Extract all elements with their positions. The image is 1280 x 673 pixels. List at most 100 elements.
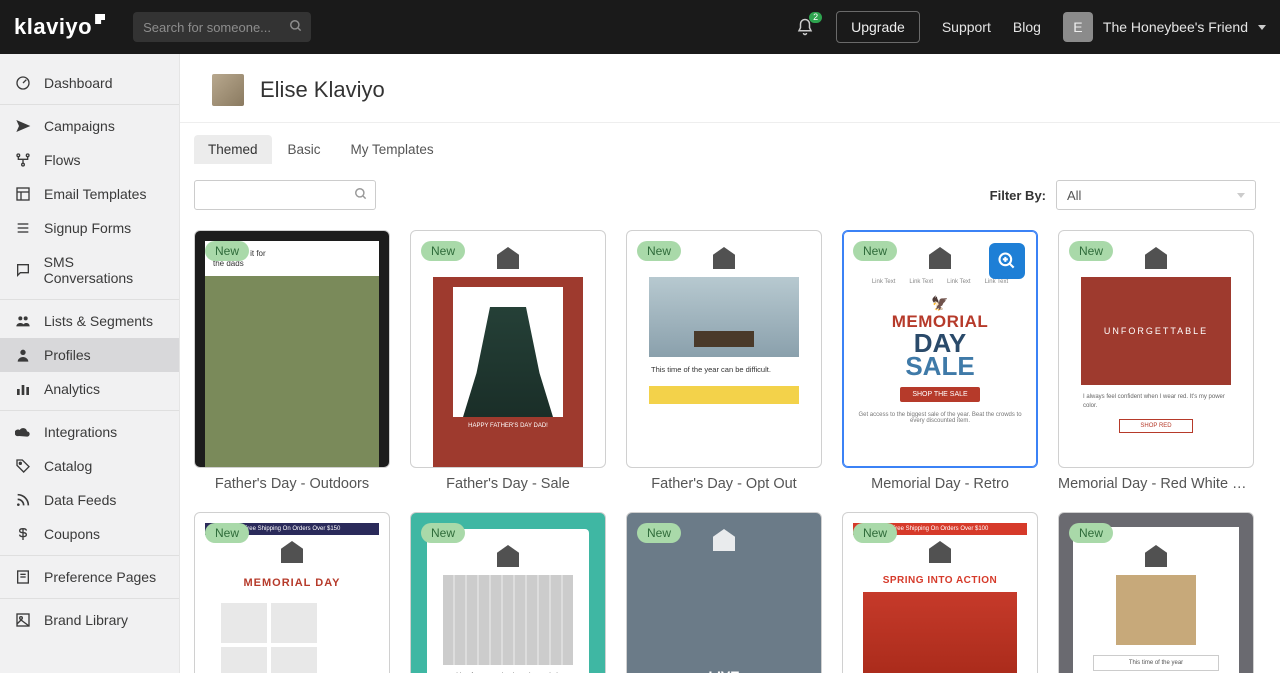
- global-search-input[interactable]: [133, 12, 311, 42]
- support-link[interactable]: Support: [942, 19, 991, 35]
- sidebar-item-label: Preference Pages: [44, 569, 156, 585]
- new-badge: New: [637, 523, 681, 543]
- gauge-icon: [14, 75, 32, 91]
- chat-icon: [14, 262, 32, 278]
- sidebar-divider: [0, 410, 179, 411]
- sidebar-divider: [0, 598, 179, 599]
- avatar: E: [1063, 12, 1093, 42]
- sidebar-item-label: Lists & Segments: [44, 313, 153, 329]
- form-icon: [14, 220, 32, 236]
- sidebar-item-label: Coupons: [44, 526, 100, 542]
- new-badge: New: [205, 523, 249, 543]
- template-title: Memorial Day - Retro: [842, 468, 1038, 492]
- user-icon: [14, 347, 32, 363]
- tag-icon: [14, 458, 32, 474]
- template-card: New UNFORGETTABLE I always feel confiden…: [1058, 230, 1254, 492]
- template-title: Father's Day - Outdoors: [194, 468, 390, 492]
- sidebar-item-label: Profiles: [44, 347, 91, 363]
- template-thumbnail[interactable]: New LIVELIFE: [626, 512, 822, 673]
- tab-basic[interactable]: Basic: [274, 135, 335, 164]
- sidebar-item-brand-library[interactable]: Brand Library: [0, 603, 179, 637]
- template-search-input[interactable]: [195, 181, 375, 209]
- sidebar-item-label: Email Templates: [44, 186, 146, 202]
- sidebar-item-label: Campaigns: [44, 118, 115, 134]
- toolbar-row: Filter By: All: [180, 174, 1280, 228]
- brand-icon: [497, 247, 519, 269]
- search-icon: [289, 19, 303, 33]
- users-icon: [14, 313, 32, 329]
- sidebar-item-campaigns[interactable]: Campaigns: [0, 109, 179, 143]
- new-badge: New: [853, 523, 897, 543]
- brand-icon: [281, 541, 303, 563]
- template-thumbnail[interactable]: New HAPPY FATHER'S DAY DAD! View Father'…: [410, 230, 606, 468]
- tab-themed[interactable]: Themed: [194, 135, 272, 164]
- template-thumbnail[interactable]: New Free Shipping On Orders Over $100 SP…: [842, 512, 1038, 673]
- thumb-text: This time of the year can be difficult.: [637, 357, 811, 376]
- top-bar: klaviyo 2 Upgrade Support Blog E The Hon…: [0, 0, 1280, 54]
- template-thumbnail[interactable]: New Let's hear it for the dads: [194, 230, 390, 468]
- upgrade-button[interactable]: Upgrade: [836, 11, 920, 43]
- sidebar-item-coupons[interactable]: Coupons: [0, 517, 179, 551]
- brand-icon: [713, 529, 735, 551]
- brand-logo-mark: [95, 14, 105, 24]
- template-tabs: Themed Basic My Templates: [194, 135, 448, 164]
- sidebar: Dashboard Campaigns Flows Email Template…: [0, 54, 180, 673]
- filter-selected-value: All: [1067, 188, 1081, 203]
- profile-header: Elise Klaviyo: [180, 54, 1280, 122]
- template-thumbnail[interactable]: New This time of the year: [1058, 512, 1254, 673]
- thumb-text: SHOP RED: [1119, 419, 1193, 433]
- sidebar-item-dashboard[interactable]: Dashboard: [0, 66, 179, 100]
- sidebar-item-lists-segments[interactable]: Lists & Segments: [0, 304, 179, 338]
- template-grid: New Let's hear it for the dads Father's …: [180, 228, 1280, 673]
- sidebar-item-email-templates[interactable]: Email Templates: [0, 177, 179, 211]
- send-icon: [14, 118, 32, 134]
- main-content: Elise Klaviyo Themed Basic My Templates …: [180, 54, 1280, 673]
- sidebar-item-preference-pages[interactable]: Preference Pages: [0, 560, 179, 594]
- new-badge: New: [637, 241, 681, 261]
- dollar-icon: [14, 526, 32, 542]
- template-card: New This time of the year: [1058, 512, 1254, 673]
- template-thumbnail[interactable]: New UNFORGETTABLE I always feel confiden…: [1058, 230, 1254, 468]
- sidebar-item-profiles[interactable]: Profiles: [0, 338, 179, 372]
- blog-link[interactable]: Blog: [1013, 19, 1041, 35]
- zoom-preview-button[interactable]: [989, 243, 1025, 279]
- thumb-text: SHOP THE SALE: [900, 387, 979, 402]
- thumb-text: SPRING INTO ACTION: [853, 575, 1027, 586]
- template-search: [194, 180, 376, 210]
- profile-name: Elise Klaviyo: [260, 77, 385, 103]
- page-icon: [14, 569, 32, 585]
- sidebar-item-label: Flows: [44, 152, 81, 168]
- new-badge: New: [1069, 523, 1113, 543]
- sidebar-item-label: Catalog: [44, 458, 92, 474]
- thumb-text: MEMORIAL DAY: [205, 577, 379, 589]
- zoom-in-icon: [997, 251, 1017, 271]
- feed-icon: [14, 492, 32, 508]
- sidebar-item-signup-forms[interactable]: Signup Forms: [0, 211, 179, 245]
- notifications-button[interactable]: 2: [796, 18, 814, 36]
- sidebar-item-integrations[interactable]: Integrations: [0, 415, 179, 449]
- template-thumbnail[interactable]: New Free Shipping On Orders Over $150 ME…: [194, 512, 390, 673]
- sidebar-item-analytics[interactable]: Analytics: [0, 372, 179, 406]
- template-thumbnail[interactable]: New Link TextLink TextLink TextLink Text…: [842, 230, 1038, 468]
- sidebar-item-sms-conversations[interactable]: SMS Conversations: [0, 245, 179, 295]
- new-badge: New: [853, 241, 897, 261]
- template-thumbnail[interactable]: New This time of the year can be difficu…: [626, 230, 822, 468]
- sidebar-item-flows[interactable]: Flows: [0, 143, 179, 177]
- template-thumbnail[interactable]: New Looking for a new keyboard or switch…: [410, 512, 606, 673]
- brand-logo[interactable]: klaviyo: [14, 14, 105, 40]
- sidebar-item-label: Dashboard: [44, 75, 113, 91]
- new-badge: New: [205, 241, 249, 261]
- account-menu[interactable]: E The Honeybee's Friend: [1063, 12, 1266, 42]
- filter-select[interactable]: All: [1056, 180, 1256, 210]
- sidebar-item-label: Brand Library: [44, 612, 128, 628]
- filter-controls: Filter By: All: [990, 180, 1256, 210]
- sidebar-item-data-feeds[interactable]: Data Feeds: [0, 483, 179, 517]
- template-card: New Let's hear it for the dads Father's …: [194, 230, 390, 492]
- brand-icon: [1145, 247, 1167, 269]
- chevron-down-icon: [1237, 193, 1245, 198]
- sidebar-divider: [0, 104, 179, 105]
- sidebar-item-catalog[interactable]: Catalog: [0, 449, 179, 483]
- template-title: Father's Day - Sale: [410, 468, 606, 492]
- tab-my-templates[interactable]: My Templates: [337, 135, 448, 164]
- sidebar-item-label: Integrations: [44, 424, 117, 440]
